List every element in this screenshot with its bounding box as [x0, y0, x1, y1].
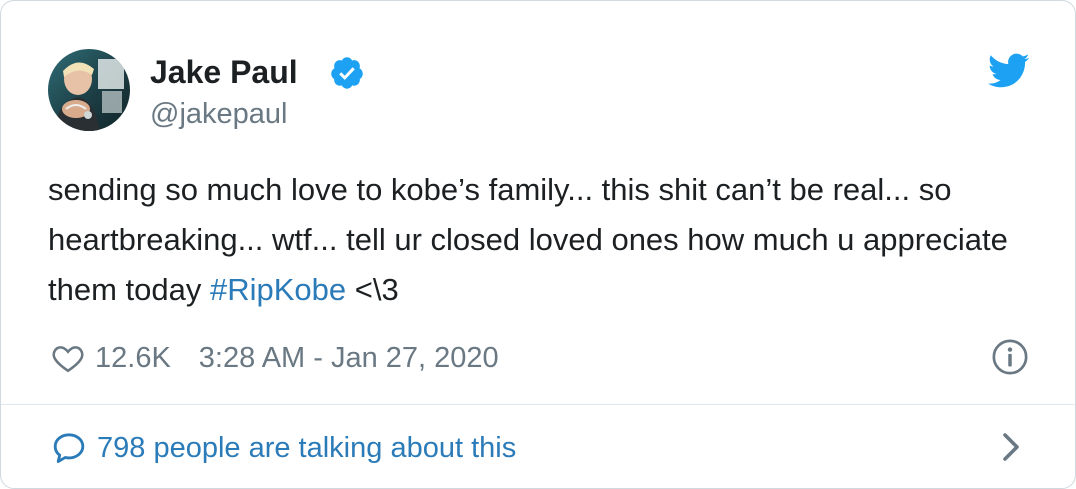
chevron-right-icon[interactable]: [999, 431, 1023, 463]
verified-badge-icon: [331, 57, 363, 89]
info-icon[interactable]: [991, 338, 1029, 376]
conversation-link[interactable]: 798 people are talking about this: [51, 428, 516, 468]
tweet-timestamp[interactable]: 3:28 AM - Jan 27, 2020: [199, 342, 499, 375]
avatar-image: [48, 49, 130, 131]
conversation-count-label[interactable]: 798 people are talking about this: [97, 432, 516, 465]
like-count[interactable]: 12.6K: [95, 342, 171, 375]
divider: [1, 404, 1075, 405]
author-display-name[interactable]: Jake Paul: [150, 53, 298, 91]
tweet-card: Jake Paul @jakepaul sending so much love…: [0, 0, 1076, 489]
tweet-tail: <\3: [346, 272, 399, 307]
author-handle[interactable]: @jakepaul: [150, 97, 287, 131]
speech-bubble-icon: [53, 433, 85, 463]
tweet-text: sending so much love to kobe’s family...…: [48, 165, 1038, 315]
tweet-meta-row: 12.6K 3:28 AM - Jan 27, 2020: [51, 339, 499, 377]
avatar[interactable]: [48, 49, 130, 131]
heart-icon[interactable]: [51, 341, 85, 375]
tweet-body: sending so much love to kobe’s family...…: [48, 172, 1008, 307]
twitter-bird-icon[interactable]: [988, 53, 1030, 89]
hashtag-link[interactable]: #RipKobe: [210, 272, 346, 307]
